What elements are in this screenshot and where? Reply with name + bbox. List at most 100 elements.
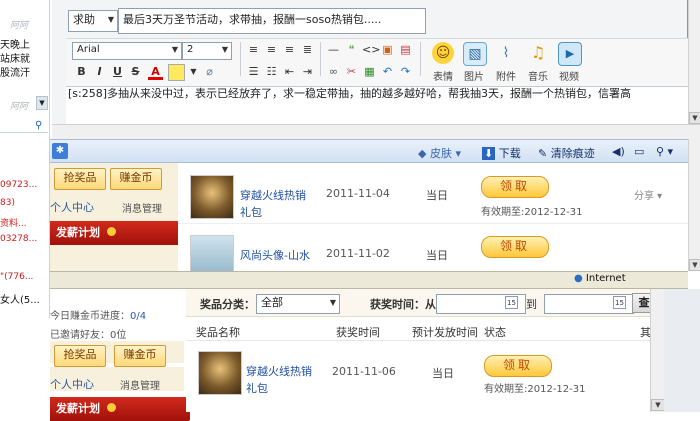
strip-divider bbox=[0, 132, 48, 133]
to-label: 到 bbox=[526, 298, 537, 311]
personal-center-link[interactable]: 个人中心 bbox=[50, 199, 94, 215]
table-edit-icon[interactable]: ▤ bbox=[398, 42, 413, 57]
background-window-strip: 天晚上 站床就 股流汗 阿阿 阿阿 ▼ ⚲ 09723... 83) 资料...… bbox=[0, 0, 50, 318]
clear-format-icon[interactable]: ⌀ bbox=[202, 64, 217, 79]
music-icon[interactable]: ♫ bbox=[527, 42, 549, 64]
link-icon[interactable]: ∞ bbox=[326, 64, 341, 79]
subject-input[interactable]: 最后3天万圣节活动，求带抽，报酬一soso热销包..... bbox=[118, 8, 426, 34]
coin-icon bbox=[106, 403, 116, 412]
download-button[interactable]: ⬇ 下载 bbox=[482, 145, 521, 161]
favorites-icon[interactable]: ✱ bbox=[52, 143, 68, 159]
personal-center-link[interactable]: 个人中心 bbox=[50, 376, 94, 392]
desktop-background bbox=[664, 289, 700, 412]
search-icon[interactable]: ⚲ bbox=[35, 120, 47, 132]
align-center-icon[interactable]: ≡ bbox=[264, 42, 279, 57]
valid-date: 2012-12-31 bbox=[524, 207, 583, 218]
valid-label: 有效期至: bbox=[484, 384, 528, 395]
video-icon[interactable]: ▶ bbox=[558, 42, 582, 66]
chevron-down-icon: ▼ bbox=[107, 15, 114, 24]
strip-red-text: 83) bbox=[0, 198, 15, 208]
middle-side-panel: 抢奖品 赚金币 个人中心 消息管理 发薪计划 bbox=[50, 163, 184, 271]
prize-title-link[interactable]: 穿越火线热销礼包 bbox=[246, 363, 318, 397]
attachment-icon[interactable]: ⌇ bbox=[495, 42, 517, 64]
category-filter-value: 全部 bbox=[261, 296, 283, 309]
salary-plan-tab[interactable]: 发薪计划 bbox=[50, 221, 184, 245]
scroll-down-icon[interactable]: ▼ bbox=[689, 112, 700, 124]
earn-coins-button[interactable]: 赚金币 bbox=[110, 168, 162, 190]
zoom-icon[interactable]: ▭ bbox=[634, 145, 644, 158]
claim-button[interactable]: 领取 bbox=[484, 355, 552, 377]
clear-history-button[interactable]: ✎ 清除痕迹 bbox=[538, 145, 595, 161]
attachment-label: 附件 bbox=[496, 72, 516, 83]
font-family-select[interactable]: Arial ▼ bbox=[72, 42, 182, 60]
strikethrough-icon[interactable]: S bbox=[128, 64, 143, 79]
category-select[interactable]: 求助 ▼ bbox=[68, 10, 118, 32]
security-zone: ● Internet bbox=[574, 273, 626, 284]
underline-icon[interactable]: U bbox=[110, 64, 125, 79]
post-body-textarea[interactable]: [s:258]多抽从来没中过，表示已经放弃了，求一稳定带抽，抽的越多越好哈，帮我… bbox=[66, 86, 688, 124]
prize-title-link[interactable]: 穿越火线热销礼包 bbox=[240, 187, 312, 221]
skin-button[interactable]: ◆ 皮肤 ▾ bbox=[418, 145, 461, 161]
code-icon[interactable]: <> bbox=[362, 42, 380, 57]
horizontal-rule-icon[interactable]: — bbox=[326, 42, 341, 57]
align-justify-icon[interactable]: ≣ bbox=[300, 42, 315, 57]
align-left-icon[interactable]: ≡ bbox=[246, 42, 261, 57]
grab-prize-button[interactable]: 抢奖品 bbox=[54, 168, 106, 190]
outdent-icon[interactable]: ⇤ bbox=[282, 64, 297, 79]
highlight-color-icon[interactable] bbox=[168, 64, 185, 81]
undo-icon[interactable]: ↶ bbox=[380, 64, 395, 79]
unordered-list-icon[interactable]: ☷ bbox=[264, 64, 279, 79]
quote-icon[interactable]: ❝ bbox=[344, 42, 359, 57]
search-icon[interactable]: ⚲ ▾ bbox=[656, 145, 673, 158]
salary-plan-label: 发薪计划 bbox=[56, 402, 100, 415]
flash-icon[interactable]: ▣ bbox=[380, 42, 395, 57]
image-icon[interactable]: ▧ bbox=[463, 42, 487, 66]
prize-status: 当日 bbox=[426, 249, 448, 262]
toolbar-separator bbox=[320, 42, 321, 76]
chevron-down-icon[interactable]: ▼ bbox=[186, 64, 201, 79]
coin-progress: 今日赚金币进度：0/4 bbox=[50, 307, 146, 322]
italic-icon[interactable]: I bbox=[92, 64, 107, 79]
earn-coins-button[interactable]: 赚金币 bbox=[114, 345, 166, 367]
table-icon[interactable]: ▦ bbox=[362, 64, 377, 79]
redo-icon[interactable]: ↷ bbox=[398, 64, 413, 79]
valid-date: 2012-12-31 bbox=[527, 384, 586, 395]
ordered-list-icon[interactable]: ☰ bbox=[246, 64, 261, 79]
category-filter-select[interactable]: 全部 ▼ bbox=[256, 294, 340, 314]
share-dropdown[interactable]: 分享 ▾ bbox=[634, 187, 662, 202]
grab-prize-button[interactable]: 抢奖品 bbox=[54, 345, 106, 367]
bold-icon[interactable]: B bbox=[74, 64, 89, 79]
font-family-value: Arial bbox=[77, 44, 100, 55]
editor-scrollbar[interactable]: ▼ bbox=[688, 0, 700, 124]
claim-button[interactable]: 领取 bbox=[481, 236, 549, 258]
strip-red-text: "(776... bbox=[0, 272, 34, 282]
strip-text-line: 站床就 bbox=[0, 54, 30, 65]
font-color-icon[interactable]: A bbox=[148, 64, 163, 80]
message-manage-link[interactable]: 消息管理 bbox=[120, 377, 160, 392]
middle-prize-list: 穿越火线热销礼包 2011-11-04 当日 领取 有效期至:2012-12-3… bbox=[178, 163, 688, 279]
claim-button[interactable]: 领取 bbox=[481, 176, 549, 198]
strip-dropdown-arrow[interactable]: ▼ bbox=[36, 96, 48, 110]
calendar-icon[interactable]: 15 bbox=[613, 296, 626, 309]
message-manage-link[interactable]: 消息管理 bbox=[122, 200, 162, 215]
salary-plan-tab[interactable]: 发薪计划 bbox=[50, 397, 190, 421]
salary-plan-label: 发薪计划 bbox=[56, 226, 100, 239]
smiley-icon[interactable]: ☺ bbox=[432, 42, 454, 64]
search-button[interactable]: 查 bbox=[632, 293, 650, 313]
prize-date: 2011-11-04 bbox=[326, 187, 390, 200]
header-prize-name: 奖品名称 bbox=[196, 326, 240, 339]
font-size-select[interactable]: 2 ▼ bbox=[182, 42, 232, 60]
calendar-icon[interactable]: 15 bbox=[505, 296, 518, 309]
prize-title-link[interactable]: 风尚头像-山水 bbox=[240, 247, 310, 263]
volume-icon[interactable]: ◀) bbox=[612, 145, 625, 158]
prize-status: 当日 bbox=[426, 189, 448, 202]
scroll-down-icon[interactable]: ▼ bbox=[651, 399, 665, 411]
page-scrollbar[interactable]: ▼ bbox=[688, 139, 700, 271]
align-right-icon[interactable]: ≡ bbox=[282, 42, 297, 57]
bottom-page-scrollbar[interactable]: ▼ bbox=[650, 289, 665, 412]
unlink-icon[interactable]: ✂ bbox=[344, 64, 359, 79]
coin-progress-value: 0/4 bbox=[130, 311, 147, 322]
indent-icon[interactable]: ⇥ bbox=[300, 64, 315, 79]
scroll-down-icon[interactable]: ▼ bbox=[689, 259, 700, 271]
clear-history-label: 清除痕迹 bbox=[550, 147, 595, 160]
